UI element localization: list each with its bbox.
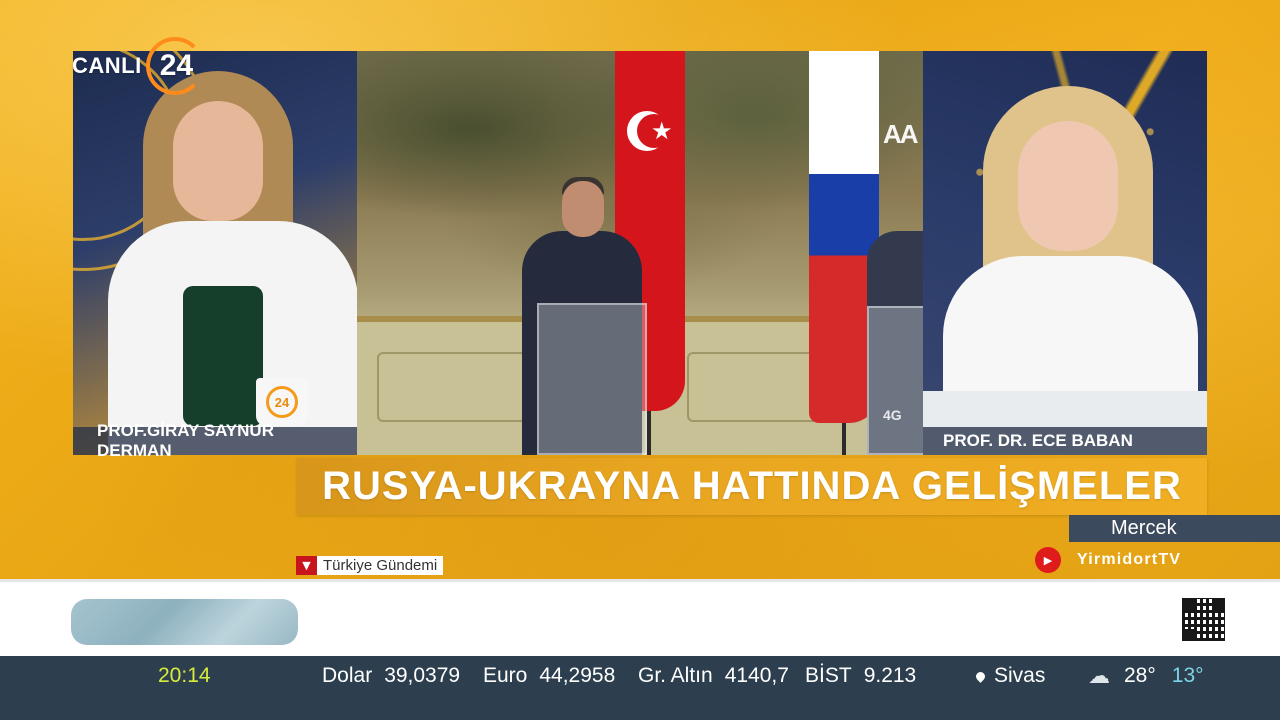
guest-top xyxy=(183,286,263,426)
aa-watermark-logo: AA xyxy=(883,119,919,149)
weather-temps: ☁ 28° 13° xyxy=(1088,660,1204,692)
branded-mug: 24 xyxy=(256,378,308,426)
qr-code-icon xyxy=(1180,596,1227,643)
market-ticker: 20:14 Dolar 39,0379 Euro 44,2958 Gr. Alt… xyxy=(0,656,1280,720)
live-logo: CANLI 24 xyxy=(72,36,204,96)
ticker-item-dolar: Dolar 39,0379 xyxy=(322,660,460,692)
clock-time: 20:14 xyxy=(158,664,211,687)
ticker-label: Dolar xyxy=(322,664,373,687)
logo-number: 24 xyxy=(159,49,194,82)
promo-banner xyxy=(71,599,298,645)
ticker-item-euro: Euro 44,2958 xyxy=(483,660,615,692)
city-name: Sivas xyxy=(994,664,1046,687)
news-footage-panel: ★ AA 4G xyxy=(357,51,923,455)
podium xyxy=(537,303,647,455)
podium xyxy=(867,306,923,455)
location-pin-icon xyxy=(974,669,987,683)
guest-face xyxy=(173,101,263,221)
section-tag: ▼ Türkiye Gündemi xyxy=(296,556,444,575)
host-video-panel xyxy=(923,51,1207,455)
mug-logo: 24 xyxy=(266,386,298,418)
network-tag: 4G xyxy=(883,407,902,423)
host-name-caption: PROF. DR. ECE BABAN xyxy=(923,427,1207,455)
ticker-value: 44,2958 xyxy=(539,664,616,687)
ticker-label: BİST xyxy=(805,664,852,687)
wall-panel xyxy=(377,352,527,422)
ticker-label: Gr. Altın xyxy=(638,664,713,687)
temp-high: 28° xyxy=(1124,664,1156,687)
ticker-value: 9.213 xyxy=(863,664,917,687)
youtube-icon: ▶ xyxy=(1035,547,1061,573)
program-label: Mercek xyxy=(1111,517,1177,539)
info-band xyxy=(0,579,1280,656)
star-icon: ★ xyxy=(651,117,673,145)
program-name: Mercek xyxy=(1069,515,1280,542)
temp-low: 13° xyxy=(1171,664,1204,687)
guest-video-panel: 24 xyxy=(73,51,357,455)
rain-cloud-icon: ☁ xyxy=(1088,663,1110,688)
ticker-value: 39,0379 xyxy=(384,664,461,687)
host-face xyxy=(1018,121,1118,251)
live-label: CANLI xyxy=(72,53,142,78)
guest-name-caption: PROF.GİRAY SAYNUR DERMAN xyxy=(73,421,357,460)
channel-name: YirmidortTV xyxy=(1077,551,1182,568)
ticker-item-bist: BİST 9.213 xyxy=(805,660,916,692)
headline-text: RUSYA-UKRAYNA HATTINDA GELİŞMELER xyxy=(322,464,1182,508)
ticker-value: 4140,7 xyxy=(724,664,789,687)
speaker-head xyxy=(562,181,604,237)
section-label: Türkiye Gündemi xyxy=(317,556,444,575)
ticker-item-gold: Gr. Altın 4140,7 xyxy=(638,660,789,692)
chevron-down-icon: ▼ xyxy=(296,556,317,575)
headline-banner: RUSYA-UKRAYNA HATTINDA GELİŞMELER xyxy=(297,458,1207,515)
weather-location: Sivas xyxy=(974,660,1046,692)
ticker-label: Euro xyxy=(483,664,528,687)
logo-ring-icon: 24 xyxy=(145,37,204,95)
youtube-channel[interactable]: ▶ YirmidortTV xyxy=(1035,547,1181,573)
